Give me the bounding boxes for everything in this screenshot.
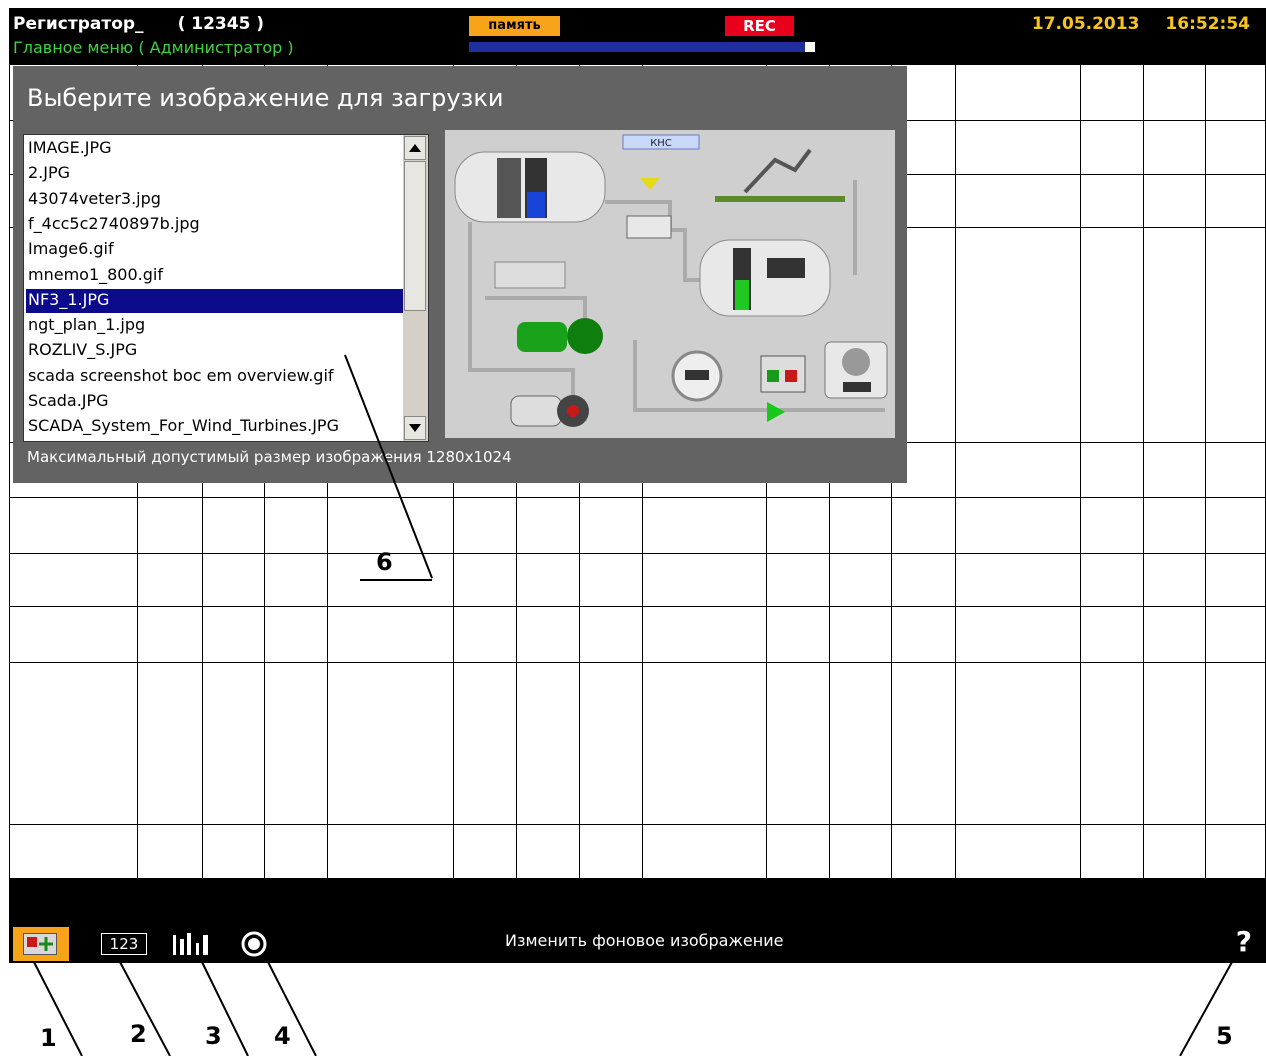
- callout-6: 6: [376, 548, 393, 576]
- callout-5: 5: [1216, 1022, 1233, 1050]
- callout-2: 2: [130, 1020, 147, 1048]
- callout-3: 3: [205, 1022, 222, 1050]
- callout-1: 1: [40, 1024, 57, 1052]
- callout-lines: [33, 354, 1233, 1056]
- callout-4: 4: [274, 1022, 291, 1050]
